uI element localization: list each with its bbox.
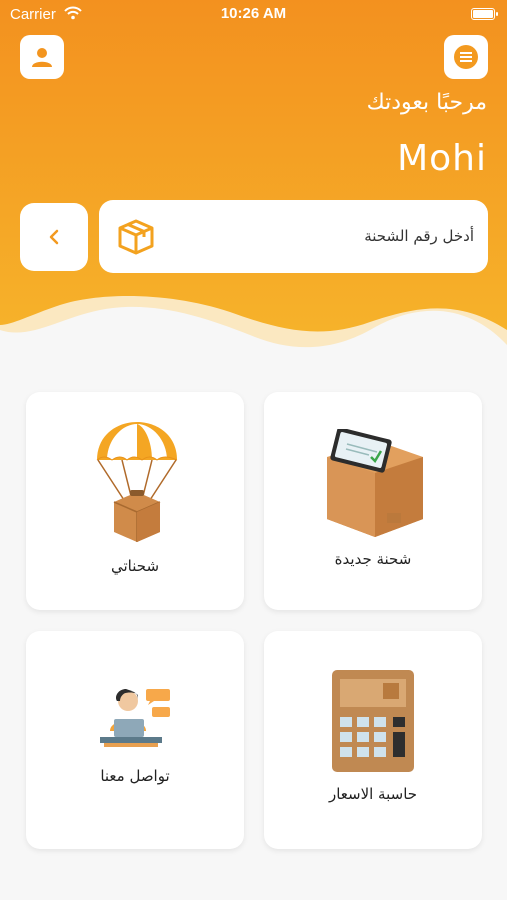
card-label: تواصل معنا <box>100 767 170 785</box>
card-label: شحناتي <box>110 557 160 575</box>
track-search-button[interactable] <box>20 203 88 271</box>
support-agent-icon <box>100 689 170 747</box>
status-bar: Carrier 10:26 AM <box>0 0 507 28</box>
chevron-left-icon <box>49 229 59 245</box>
card-my-shipments[interactable]: شحناتي <box>26 392 244 610</box>
box-with-tablet-icon <box>327 429 423 537</box>
tracking-number-input[interactable]: أدخل رقم الشحنة <box>99 200 488 273</box>
profile-button[interactable] <box>20 35 64 79</box>
hamburger-menu-icon <box>454 45 478 69</box>
battery-icon <box>471 8 498 20</box>
username: Mohi <box>397 138 487 179</box>
clock: 10:26 AM <box>220 5 287 22</box>
card-label: شحنة جديدة <box>334 550 412 568</box>
card-new-shipment[interactable]: شحنة جديدة <box>264 392 482 610</box>
card-price-calculator[interactable]: حاسبة الاسعار <box>264 631 482 849</box>
person-icon <box>32 48 52 67</box>
header-background <box>0 0 507 348</box>
package-icon <box>118 219 154 255</box>
card-contact-us[interactable]: تواصل معنا <box>26 631 244 849</box>
card-label: حاسبة الاسعار <box>328 785 418 803</box>
tracking-placeholder: أدخل رقم الشحنة <box>364 227 474 245</box>
welcome-text: مرحبًا بعودتك <box>366 90 487 115</box>
menu-button[interactable] <box>444 35 488 79</box>
parachute-package-icon <box>96 422 178 542</box>
calculator-icon <box>332 670 414 772</box>
